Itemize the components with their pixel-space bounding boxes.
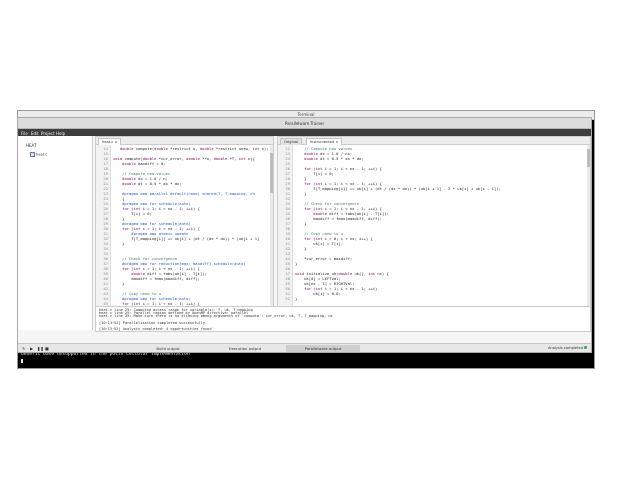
menu-bar: File Edit Project Help bbox=[18, 129, 591, 136]
window-title: Parallelware Trainer bbox=[284, 121, 325, 126]
editor-tabbar: Original Instrumented × bbox=[278, 137, 590, 145]
status-text: Analysis completed bbox=[547, 345, 583, 350]
tab-heat-c[interactable]: heat.c × bbox=[98, 138, 122, 145]
tab-label: Original bbox=[284, 140, 299, 144]
wrench-icon[interactable]: ✎ bbox=[22, 346, 25, 351]
status-dot-icon bbox=[584, 346, 587, 349]
vertical-scrollbar[interactable] bbox=[587, 145, 590, 306]
code-text: double dt = 0.5 * dx * dx; bbox=[122, 181, 182, 186]
scrollbar-thumb[interactable] bbox=[270, 153, 273, 193]
code-text: #pragma omp parallel default(none) share… bbox=[113, 191, 255, 196]
output-line: heat.c line 29: Make sure there is no al… bbox=[99, 314, 333, 319]
code-text: maxdiff = fmax(maxdiff, diff); bbox=[113, 276, 200, 281]
code-text: } bbox=[295, 296, 298, 301]
code-text: *cur_error = maxdiff; bbox=[295, 256, 353, 261]
code-text: } bbox=[295, 261, 298, 266]
code-text: double dt = 0.5 * dx * dx; bbox=[304, 156, 364, 161]
code-area[interactable]: 22 // Compute new values 23 double dx = 1… bbox=[278, 145, 590, 306]
output-line: [10:13:52] Parallelization completed suc… bbox=[99, 320, 208, 325]
ide-window: Parallelware Trainer File Edit Project H… bbox=[17, 117, 592, 353]
code-area[interactable]: 14 double compute(double *restrict u, do… bbox=[96, 145, 273, 306]
code-text: uk[i] = 0.0; bbox=[295, 291, 341, 296]
code-text: double compute(double *restrict u, doubl… bbox=[119, 146, 269, 151]
file-icon bbox=[30, 152, 35, 157]
stop-icon[interactable]: ■ bbox=[45, 346, 49, 351]
tab-execution-output[interactable]: Execution output bbox=[210, 345, 280, 352]
code-text: T[T_mapping[i]] += uk[i] + (dt / (dx * d… bbox=[113, 236, 260, 241]
menu-edit[interactable]: Edit bbox=[31, 131, 39, 136]
run-icon[interactable]: ▶ bbox=[30, 346, 33, 351]
tree-item-heat-c[interactable]: heat.c bbox=[30, 152, 47, 157]
close-icon[interactable]: × bbox=[114, 140, 117, 144]
status-indicator: Analysis completed bbox=[548, 346, 587, 350]
close-icon[interactable]: × bbox=[335, 140, 338, 144]
code-text: T[T_mapping[i]] += uk[i] + (dt / (dx * d… bbox=[295, 186, 501, 191]
code-text: } bbox=[295, 246, 307, 251]
tree-item-label: heat.c bbox=[36, 152, 48, 157]
code-text: maxdiff = fmax(maxdiff, diff); bbox=[295, 216, 382, 221]
code-text: } bbox=[295, 191, 307, 196]
menu-file[interactable]: File bbox=[21, 131, 28, 136]
diff-editor[interactable]: Original Instrumented × 22 // Compute ne… bbox=[277, 136, 591, 307]
tab-original[interactable]: Original bbox=[280, 138, 303, 145]
tab-instrumented[interactable]: Instrumented × bbox=[306, 138, 343, 145]
code-text: } bbox=[295, 221, 307, 226]
output-panel[interactable]: heat.c line 29: Computed access range fo… bbox=[95, 306, 591, 332]
bottom-bar: ✎ ▶ ❚❚ ■ Build output Execution output P… bbox=[18, 343, 591, 352]
editor-tabbar: heat.c × bbox=[96, 137, 273, 145]
source-editor[interactable]: heat.c × 14 double compute(double *restr… bbox=[95, 136, 274, 307]
vertical-scrollbar[interactable] bbox=[270, 145, 273, 306]
menu-help[interactable]: Help bbox=[56, 131, 65, 136]
tree-root-heat[interactable]: HEAT bbox=[26, 143, 36, 148]
pause-icon[interactable]: ❚❚ bbox=[37, 346, 44, 351]
menu-project[interactable]: Project bbox=[41, 131, 55, 136]
tab-label: heat.c bbox=[102, 140, 114, 144]
terminal-cursor bbox=[21, 359, 23, 363]
ide-titlebar[interactable]: Parallelware Trainer bbox=[18, 118, 591, 129]
code-text: } bbox=[113, 281, 125, 286]
scrollbar-thumb[interactable] bbox=[587, 149, 590, 167]
line-number: 52 bbox=[285, 296, 290, 301]
project-tree: HEAT heat.c bbox=[18, 136, 93, 330]
tab-label: Instrumented bbox=[310, 140, 335, 144]
code-text: double maxdiff = 0; bbox=[122, 161, 166, 166]
output-line: [10:13:52] Analysis completed: 4 opportu… bbox=[99, 327, 212, 332]
tab-parallelware-output[interactable]: Parallelware output bbox=[286, 344, 360, 352]
code-text: } bbox=[113, 241, 125, 246]
tab-build-output[interactable]: Build output bbox=[133, 345, 203, 352]
